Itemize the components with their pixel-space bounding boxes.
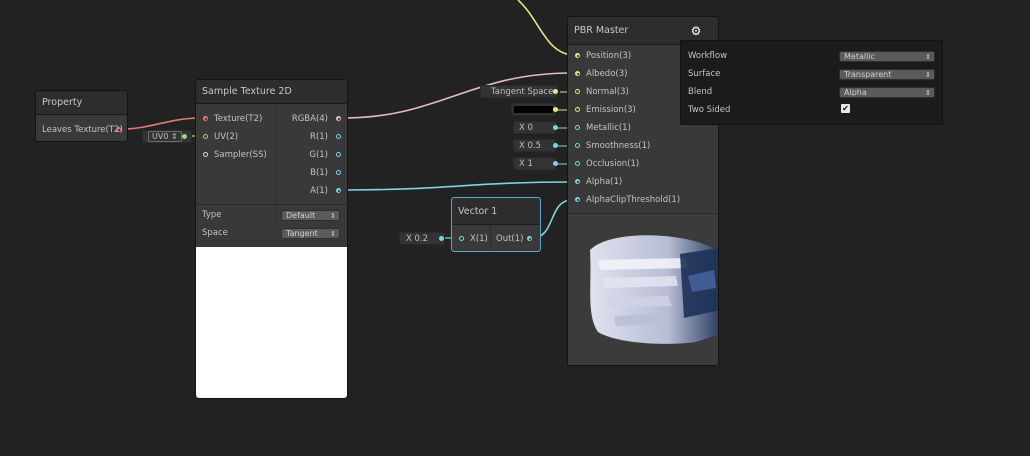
dropdown-arrow-icon: ⇕ bbox=[330, 212, 336, 220]
space-dropdown-value: Tangent bbox=[286, 229, 318, 238]
occlusion-default-field[interactable]: X 1 bbox=[513, 157, 556, 170]
blend-value: Alpha bbox=[844, 88, 867, 97]
texture-preview bbox=[196, 247, 347, 398]
sample-texture-node[interactable]: Sample Texture 2D Texture(T2) UV(2) Samp… bbox=[195, 79, 348, 399]
alpha-input-port[interactable] bbox=[575, 179, 580, 184]
metallic-input-label: Metallic(1) bbox=[586, 123, 631, 133]
vector1-node[interactable]: Vector 1 X(1) Out(1) bbox=[451, 197, 541, 252]
sampler-input-label: Sampler(SS) bbox=[214, 150, 267, 160]
uv-default-box: UV0 ⇕ bbox=[148, 131, 182, 142]
alpha-input-label: Alpha(1) bbox=[586, 177, 623, 187]
vector1-divider bbox=[490, 225, 491, 251]
preview-leaves-mesh bbox=[590, 235, 718, 344]
normal-default-field[interactable]: Tangent Space bbox=[480, 85, 558, 98]
sample-texture-title: Sample Texture 2D bbox=[196, 80, 347, 104]
vector1-output-port[interactable] bbox=[527, 236, 532, 241]
property-output-label: Leaves Texture(T2) bbox=[42, 125, 123, 135]
rgba-output-port[interactable] bbox=[336, 116, 341, 121]
smoothness-input-label: Smoothness(1) bbox=[586, 141, 651, 151]
space-dropdown[interactable]: Tangent ⇕ bbox=[281, 228, 340, 239]
wire-position bbox=[517, 0, 573, 56]
g-output-port[interactable] bbox=[336, 152, 341, 157]
property-node-title: Property bbox=[36, 91, 127, 115]
occlusion-input-port[interactable] bbox=[575, 161, 580, 166]
dropdown-arrow-icon: ⇕ bbox=[170, 132, 178, 141]
sample-texture-settings-divider bbox=[196, 204, 347, 205]
metallic-default-field[interactable]: X 0 bbox=[513, 121, 556, 134]
space-label: Space bbox=[202, 228, 228, 238]
vector1-title: Vector 1 bbox=[452, 198, 540, 225]
property-output-port[interactable] bbox=[116, 127, 121, 132]
position-input-label: Position(3) bbox=[586, 51, 632, 61]
dropdown-arrow-icon: ⇕ bbox=[330, 230, 336, 238]
master-settings-panel[interactable]: Workflow Metallic ⇕ Surface Transparent … bbox=[680, 40, 943, 125]
texture-input-port[interactable] bbox=[203, 116, 208, 121]
gear-icon[interactable]: ⚙ bbox=[689, 24, 703, 38]
surface-dropdown[interactable]: Transparent ⇕ bbox=[839, 69, 935, 80]
dropdown-arrow-icon: ⇕ bbox=[925, 71, 931, 79]
rgba-output-label: RGBA(4) bbox=[291, 114, 328, 124]
emission-default-port[interactable] bbox=[553, 107, 558, 112]
wire-alpha bbox=[342, 181, 573, 191]
blend-label: Blend bbox=[688, 87, 713, 97]
position-input-port[interactable] bbox=[575, 53, 580, 58]
metallic-default-port[interactable] bbox=[553, 125, 558, 130]
surface-value: Transparent bbox=[844, 70, 892, 79]
wire-texture bbox=[122, 117, 201, 130]
r-output-port[interactable] bbox=[336, 134, 341, 139]
workflow-dropdown[interactable]: Metallic ⇕ bbox=[839, 51, 935, 62]
dropdown-arrow-icon: ⇕ bbox=[925, 89, 931, 97]
normal-input-port[interactable] bbox=[575, 89, 580, 94]
emission-default-field[interactable] bbox=[511, 103, 556, 116]
vector1-input-label: X(1) bbox=[470, 234, 488, 244]
smoothness-default-field[interactable]: X 0.5 bbox=[513, 139, 556, 152]
blend-dropdown[interactable]: Alpha ⇕ bbox=[839, 87, 935, 98]
occlusion-input-label: Occlusion(1) bbox=[586, 159, 640, 169]
vector1-input-port[interactable] bbox=[459, 236, 464, 241]
vector-x-default-port[interactable] bbox=[439, 236, 444, 241]
sampler-input-port[interactable] bbox=[203, 152, 208, 157]
type-dropdown[interactable]: Default ⇕ bbox=[281, 210, 340, 221]
emission-input-port[interactable] bbox=[575, 107, 580, 112]
smoothness-input-port[interactable] bbox=[575, 143, 580, 148]
emission-color-swatch[interactable] bbox=[514, 106, 553, 113]
type-label: Type bbox=[202, 210, 222, 220]
master-preview bbox=[568, 213, 718, 365]
metallic-input-port[interactable] bbox=[575, 125, 580, 130]
b-output-label: B(1) bbox=[310, 168, 328, 178]
normal-input-label: Normal(3) bbox=[586, 87, 629, 97]
sample-texture-divider bbox=[276, 104, 277, 228]
alpha-clip-input-label: AlphaClipThreshold(1) bbox=[586, 195, 681, 205]
smoothness-default-port[interactable] bbox=[553, 143, 558, 148]
property-node[interactable]: Property Leaves Texture(T2) bbox=[35, 90, 128, 142]
uv-default-value: UV0 bbox=[152, 132, 169, 141]
uv-default-port[interactable] bbox=[182, 134, 187, 139]
albedo-input-label: Albedo(3) bbox=[586, 69, 628, 79]
type-dropdown-value: Default bbox=[286, 211, 316, 220]
uv-input-port[interactable] bbox=[203, 134, 208, 139]
normal-default-port[interactable] bbox=[553, 89, 558, 94]
r-output-label: R(1) bbox=[310, 132, 328, 142]
albedo-input-port[interactable] bbox=[575, 71, 580, 76]
vector1-output-label: Out(1) bbox=[496, 234, 524, 244]
dropdown-arrow-icon: ⇕ bbox=[925, 53, 931, 61]
two-sided-label: Two Sided bbox=[688, 105, 731, 115]
workflow-value: Metallic bbox=[844, 52, 875, 61]
g-output-label: G(1) bbox=[309, 150, 328, 160]
occlusion-default-port[interactable] bbox=[553, 161, 558, 166]
a-output-port[interactable] bbox=[336, 188, 341, 193]
b-output-port[interactable] bbox=[336, 170, 341, 175]
a-output-label: A(1) bbox=[310, 186, 328, 196]
texture-input-label: Texture(T2) bbox=[214, 114, 263, 124]
surface-label: Surface bbox=[688, 69, 721, 79]
alpha-clip-input-port[interactable] bbox=[575, 197, 580, 202]
uv-input-label: UV(2) bbox=[214, 132, 239, 142]
workflow-label: Workflow bbox=[688, 51, 728, 61]
checkbox-icon[interactable]: ✔ bbox=[841, 104, 850, 113]
emission-input-label: Emission(3) bbox=[586, 105, 636, 115]
